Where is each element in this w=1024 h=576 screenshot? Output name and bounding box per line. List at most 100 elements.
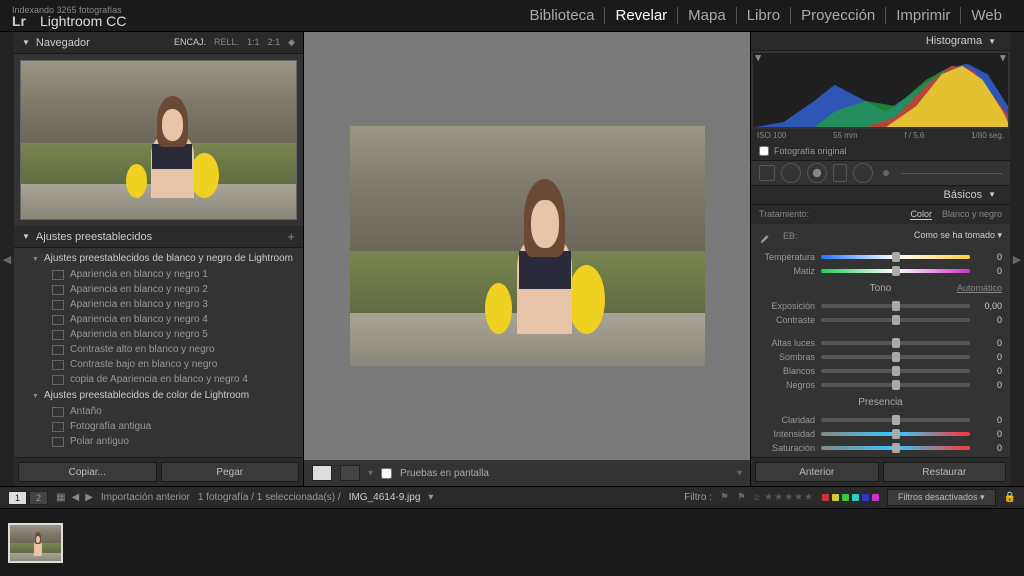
preset-item[interactable]: Antaño xyxy=(14,404,303,419)
preset-item[interactable]: Contraste alto en blanco y negro xyxy=(14,342,303,357)
redeye-tool-icon[interactable] xyxy=(807,163,827,183)
histogram-header[interactable]: Histograma ▼ xyxy=(751,32,1010,51)
flag-reject-icon[interactable]: ⚑ xyxy=(737,492,746,503)
preset-item[interactable]: copia de Apariencia en blanco y negro 4 xyxy=(14,372,303,387)
preset-item[interactable]: Apariencia en blanco y negro 3 xyxy=(14,297,303,312)
flag-pick-icon[interactable]: ⚑ xyxy=(720,492,729,503)
navigator-preview[interactable] xyxy=(14,54,303,226)
shutter-label: 1/80 seg. xyxy=(971,131,1004,140)
module-imprimir[interactable]: Imprimir xyxy=(886,7,961,24)
chevron-down-icon[interactable]: ▾ xyxy=(428,492,433,503)
rating-filter[interactable]: ≥ ★★★★★ xyxy=(754,492,814,503)
histogram-graph[interactable] xyxy=(753,53,1008,127)
treatment-row: Tratamiento: Color Blanco y negro xyxy=(751,205,1010,224)
center-toolbar: ▾ Pruebas en pantalla ▾ xyxy=(304,460,750,486)
preset-item[interactable]: Contraste bajo en blanco y negro xyxy=(14,357,303,372)
zoom-more-icon[interactable]: ◆ xyxy=(288,37,295,48)
chevron-down-icon[interactable]: ▾ xyxy=(368,468,373,479)
left-panel: ▼ Navegador ENCAJ. RELL. 1:1 2:1 ◆ ▼ Aju… xyxy=(14,32,304,486)
focal-label: 55 mm xyxy=(833,131,857,140)
filmstrip-toolbar: 1 2 ▦ ◀ ▶ Importación anterior 1 fotogra… xyxy=(0,487,1024,509)
presets-header[interactable]: ▼ Ajustes preestablecidos + xyxy=(14,226,303,248)
whites-slider[interactable]: Blancos0 xyxy=(755,364,1006,378)
add-preset-icon[interactable]: + xyxy=(287,229,295,244)
loupe-view[interactable] xyxy=(304,32,750,460)
zoom-fit[interactable]: ENCAJ. xyxy=(174,37,206,48)
chevron-down-icon[interactable]: ▾ xyxy=(737,468,742,479)
zoom-2-1[interactable]: 2:1 xyxy=(268,37,281,48)
radial-filter-icon[interactable] xyxy=(853,163,873,183)
before-after-icon[interactable] xyxy=(340,465,360,481)
paste-button[interactable]: Pegar xyxy=(161,462,300,482)
navigator-header[interactable]: ▼ Navegador ENCAJ. RELL. 1:1 2:1 ◆ xyxy=(14,32,303,54)
crop-tool-icon[interactable] xyxy=(759,165,775,181)
filters-off-button[interactable]: Filtros desactivados ▾ xyxy=(887,489,996,506)
loupe-view-icon[interactable] xyxy=(312,465,332,481)
monitor-2-tab[interactable]: 2 xyxy=(29,491,48,505)
copy-button[interactable]: Copiar... xyxy=(18,462,157,482)
selection-count: 1 fotografía / 1 seleccionada(s) / xyxy=(198,492,341,503)
treatment-bw[interactable]: Blanco y negro xyxy=(942,209,1002,220)
module-revelar[interactable]: Revelar xyxy=(605,7,678,24)
histogram-title: Histograma xyxy=(926,35,982,47)
lock-icon[interactable]: 🔒 xyxy=(1004,492,1016,503)
preset-item[interactable]: Apariencia en blanco y negro 5 xyxy=(14,327,303,342)
vibrance-slider[interactable]: Intensidad0 xyxy=(755,427,1006,441)
navigator-zoom-opts: ENCAJ. RELL. 1:1 2:1 ◆ xyxy=(174,37,295,48)
tool-strip xyxy=(751,161,1010,185)
preset-group[interactable]: Ajustes preestablecidos de blanco y negr… xyxy=(14,250,303,267)
preset-item[interactable]: Apariencia en blanco y negro 1 xyxy=(14,267,303,282)
preset-item[interactable]: Apariencia en blanco y negro 4 xyxy=(14,312,303,327)
preset-item[interactable]: Polar antiguo xyxy=(14,434,303,449)
reset-button[interactable]: Restaurar xyxy=(883,462,1007,482)
softproof-checkbox[interactable] xyxy=(381,468,392,479)
auto-tone-button[interactable]: Automático xyxy=(957,283,1002,293)
previous-button[interactable]: Anterior xyxy=(755,462,879,482)
module-libro[interactable]: Libro xyxy=(737,7,791,24)
grad-filter-icon[interactable] xyxy=(833,164,847,182)
color-filter[interactable] xyxy=(822,494,879,501)
monitor-1-tab[interactable]: 1 xyxy=(8,491,27,505)
contrast-slider[interactable]: Contraste0 xyxy=(755,313,1006,327)
forward-icon[interactable]: ▶ xyxy=(85,492,93,503)
module-mapa[interactable]: Mapa xyxy=(678,7,737,24)
left-collapse-strip[interactable]: ◀ xyxy=(0,32,14,486)
presets-title: Ajustes preestablecidos xyxy=(36,231,152,243)
highlights-slider[interactable]: Altas luces0 xyxy=(755,336,1006,350)
treatment-color[interactable]: Color xyxy=(910,209,932,220)
tint-slider[interactable]: Matiz0 xyxy=(755,264,1006,278)
aperture-label: f / 5,6 xyxy=(904,131,924,140)
shadows-slider[interactable]: Sombras0 xyxy=(755,350,1006,364)
original-checkbox[interactable] xyxy=(759,146,769,156)
tone-section: TonoAutomático xyxy=(751,280,1010,297)
zoom-fill[interactable]: RELL. xyxy=(214,37,239,48)
right-collapse-strip[interactable]: ▶ xyxy=(1010,32,1024,486)
basics-header[interactable]: Básicos ▼ xyxy=(751,186,1010,205)
presets-list: Ajustes preestablecidos de blanco y negr… xyxy=(14,248,303,457)
wb-dropdown[interactable]: Como se ha tomado ▾ xyxy=(914,230,1002,241)
brush-tool-icon[interactable] xyxy=(883,170,889,176)
preset-group[interactable]: Ajustes preestablecidos de color de Ligh… xyxy=(14,387,303,404)
eyedropper-icon[interactable] xyxy=(759,229,773,243)
saturation-slider[interactable]: Saturación0 xyxy=(755,441,1006,455)
preset-item[interactable]: Fotografía antigua xyxy=(14,419,303,434)
thumbnail[interactable] xyxy=(8,523,63,563)
import-source[interactable]: Importación anterior xyxy=(101,492,190,503)
temperature-slider[interactable]: Temperatura0 xyxy=(755,250,1006,264)
wb-label: EB: xyxy=(783,231,798,241)
back-icon[interactable]: ◀ xyxy=(71,492,79,503)
zoom-1-1[interactable]: 1:1 xyxy=(247,37,260,48)
center-panel: ▾ Pruebas en pantalla ▾ xyxy=(304,32,750,486)
clarity-slider[interactable]: Claridad0 xyxy=(755,413,1006,427)
module-web[interactable]: Web xyxy=(961,7,1012,24)
blacks-slider[interactable]: Negros0 xyxy=(755,378,1006,392)
monitor-tabs: 1 2 xyxy=(8,491,48,505)
module-biblioteca[interactable]: Biblioteca xyxy=(519,7,605,24)
preset-item[interactable]: Apariencia en blanco y negro 2 xyxy=(14,282,303,297)
original-photo-row: Fotografía original xyxy=(751,142,1010,161)
exposure-slider[interactable]: Exposición0,00 xyxy=(755,299,1006,313)
spot-tool-icon[interactable] xyxy=(781,163,801,183)
grid-icon[interactable]: ▦ xyxy=(56,492,65,503)
original-label: Fotografía original xyxy=(774,146,847,156)
module-proyeccion[interactable]: Proyección xyxy=(791,7,886,24)
